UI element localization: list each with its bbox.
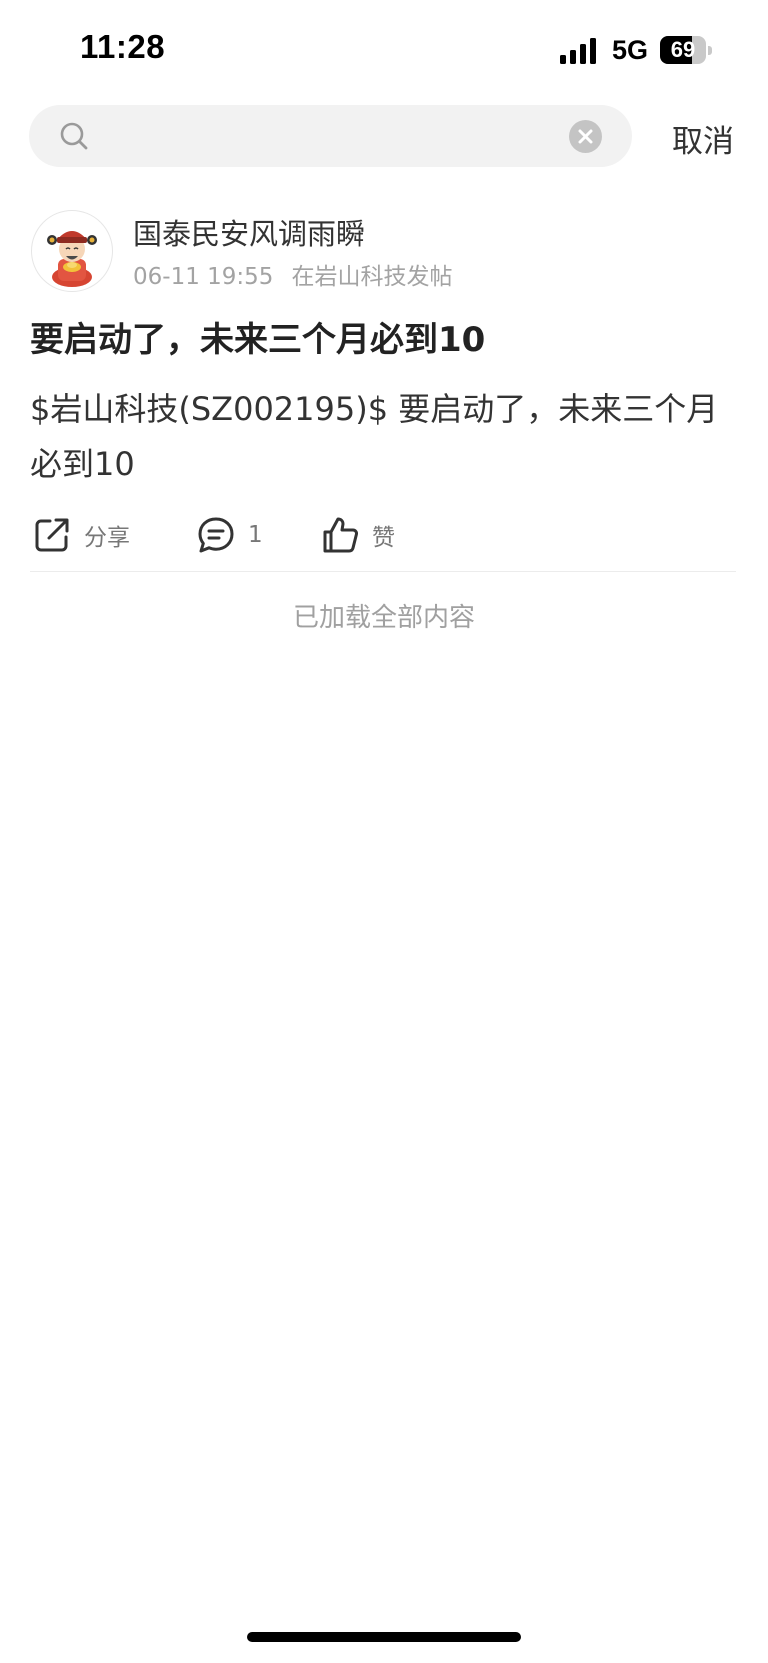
post-actions: 分享 1 赞 [30,512,736,558]
all-loaded-note: 已加载全部内容 [292,603,475,633]
status-time: 11:28 [80,28,166,65]
comment-button[interactable]: 1 [196,512,263,558]
author-name[interactable]: 国泰民安风调雨瞬 [133,211,365,253]
search-box[interactable] [29,105,632,167]
home-indicator[interactable] [247,1632,521,1642]
post-date: 06-11 19:55 [133,264,274,290]
network-type: 5G [612,35,649,65]
status-bar: 11:28 5G 69 [0,0,768,96]
divider [30,571,736,572]
comment-count: 1 [248,522,263,548]
share-label: 分享 [84,525,130,551]
clear-icon[interactable] [569,120,602,153]
battery-icon: 69 [660,36,712,64]
search-icon [60,122,88,150]
like-button[interactable]: 赞 [320,512,395,558]
cancel-button[interactable]: 取消 [672,116,734,161]
thumbs-up-icon [323,517,359,553]
cellular-signal-icon [560,38,596,64]
post-title[interactable]: 要启动了，未来三个月必到10 [30,312,485,361]
share-icon [35,518,69,552]
posted-in-label[interactable]: 在岩山科技发帖 [291,264,452,290]
battery-level: 69 [670,37,696,62]
comment-icon [198,517,234,553]
post-meta: 06-11 19:55 在岩山科技发帖 [133,257,452,291]
post-body[interactable]: $岩山科技(SZ002195)$ 要启动了，未来三个月必到10 [30,382,730,492]
like-label: 赞 [372,525,395,551]
share-button[interactable]: 分享 [32,512,130,558]
avatar[interactable] [31,210,113,292]
